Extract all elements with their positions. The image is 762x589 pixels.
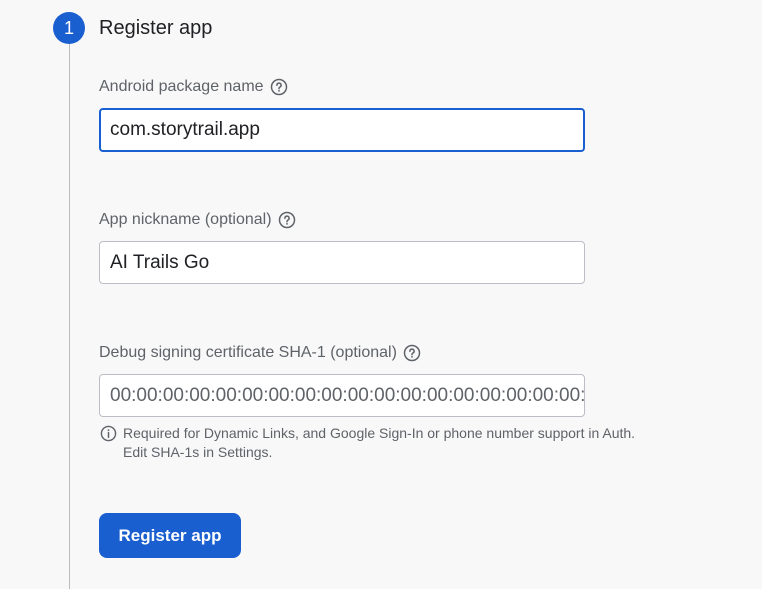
package-name-input[interactable]: com.storytrail.app [99,108,585,152]
sha1-label-text: Debug signing certificate SHA-1 (optiona… [99,344,397,361]
help-icon[interactable] [403,344,421,362]
register-app-button[interactable]: Register app [99,513,241,558]
help-icon[interactable] [270,78,288,96]
help-icon[interactable] [278,211,296,229]
step-number-badge: 1 [53,12,85,44]
info-icon [100,425,117,442]
hint-line-1: Required for Dynamic Links, and Google S… [123,425,636,441]
step-connector-line [69,44,70,589]
sha1-hint: Required for Dynamic Links, and Google S… [100,424,635,462]
package-name-label: Android package name [99,78,288,96]
nickname-input[interactable]: AI Trails Go [99,241,585,284]
sha1-label: Debug signing certificate SHA-1 (optiona… [99,344,421,362]
hint-line-2: Edit SHA-1s in Settings. [123,444,273,460]
sha1-input[interactable]: 00:00:00:00:00:00:00:00:00:00:00:00:00:0… [99,374,585,417]
nickname-label: App nickname (optional) [99,211,296,229]
step-title: Register app [99,17,213,39]
hint-text: Required for Dynamic Links, and Google S… [123,424,635,462]
package-name-label-text: Android package name [99,78,264,95]
nickname-label-text: App nickname (optional) [99,211,272,228]
